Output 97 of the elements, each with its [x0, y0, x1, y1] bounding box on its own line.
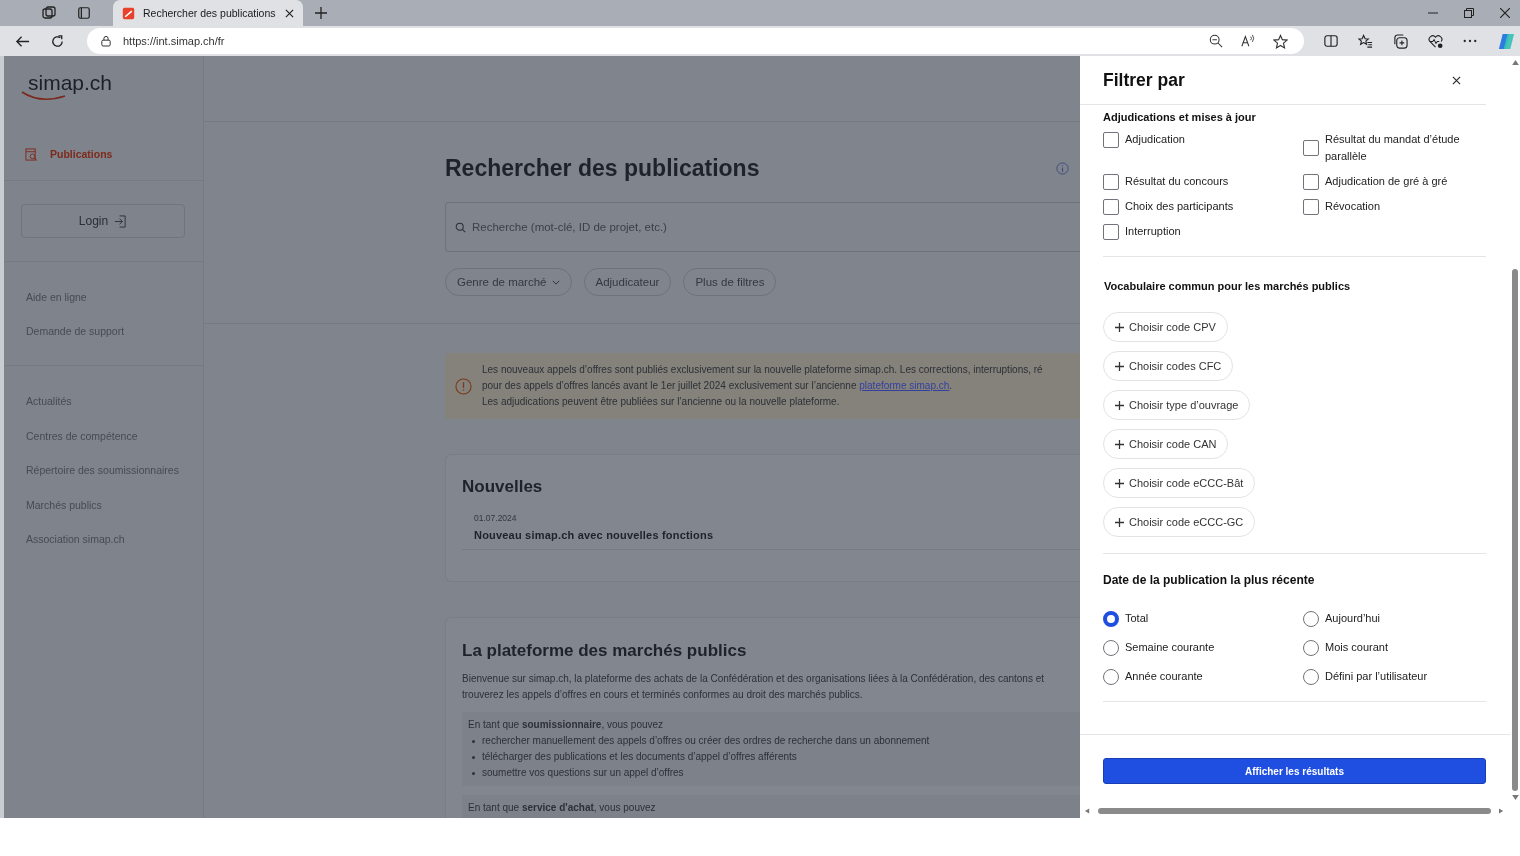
- scroll-up-icon[interactable]: [1511, 60, 1519, 65]
- checkbox-label: Révocation: [1325, 199, 1381, 214]
- radio-label: Aujourd’hui: [1325, 611, 1381, 626]
- role-lead: En tant que service d'achat, vous pouvez: [468, 802, 656, 813]
- nav-item[interactable]: Publications: [25, 147, 113, 161]
- workspaces-icon[interactable]: [41, 5, 57, 21]
- scroll-left-icon[interactable]: [1085, 808, 1090, 814]
- warning-icon: [455, 377, 472, 395]
- plus-icon: [1115, 361, 1124, 371]
- checkbox[interactable]: [1103, 223, 1119, 240]
- list-item: télécharger des publications et les documents d’appel d’offres afférents: [482, 750, 797, 764]
- plus-icon: [1115, 322, 1124, 332]
- site-logo[interactable]: simap.ch: [20, 68, 120, 104]
- checkbox[interactable]: [1103, 173, 1119, 190]
- bullet-icon: [472, 739, 475, 743]
- filter-group-title: Adjudications et mises à jour: [1103, 111, 1257, 123]
- login-button[interactable]: Login: [21, 204, 185, 238]
- vertical-scrollbar[interactable]: [1510, 56, 1520, 818]
- search-field[interactable]: Recherche (mot-clé, ID de projet, etc.): [445, 202, 1080, 252]
- new-tab-icon[interactable]: [315, 7, 327, 19]
- checkbox-label: Adjudication: [1125, 132, 1185, 147]
- scroll-right-icon[interactable]: [1499, 808, 1504, 814]
- role-lead: En tant que soumissionnaire, vous pouvez: [468, 719, 664, 730]
- read-aloud-icon[interactable]: [1241, 34, 1255, 48]
- close-window-icon[interactable]: [1500, 8, 1510, 18]
- plus-icon: [1115, 517, 1124, 527]
- radio-label: Total: [1125, 611, 1149, 626]
- list-item: soumettre vos questions sur un appel d’offres: [482, 766, 684, 780]
- search-document-icon: [25, 147, 38, 161]
- horizontal-scrollbar[interactable]: [1085, 807, 1504, 815]
- scroll-down-icon[interactable]: [1511, 795, 1519, 800]
- show-results-button[interactable]: Afficher les résultats: [1103, 758, 1486, 784]
- choose-code-button[interactable]: Choisir type d’ouvrage: [1103, 390, 1251, 420]
- nav-label: Publications: [50, 148, 113, 160]
- lock-icon: [101, 35, 111, 47]
- more-icon[interactable]: [1463, 39, 1477, 43]
- refresh-icon[interactable]: [50, 33, 65, 49]
- split-screen-icon[interactable]: [1324, 34, 1338, 48]
- checkbox[interactable]: [1303, 198, 1319, 215]
- section-title: La plateforme des marchés publics: [462, 641, 748, 661]
- radio-label: Semaine courante: [1125, 640, 1215, 655]
- sidebar-link[interactable]: Actualités: [26, 394, 203, 408]
- browser-tab[interactable]: Rechercher des publications: [113, 0, 303, 26]
- choose-code-button[interactable]: Choisir code CPV: [1103, 312, 1228, 342]
- radio-label: Mois courant: [1325, 640, 1388, 655]
- checkbox-label: Interruption: [1125, 224, 1181, 239]
- sidebar-link[interactable]: Association simap.ch: [26, 532, 203, 546]
- checkbox-label: Résultat du concours: [1125, 174, 1229, 189]
- tab-actions-icon[interactable]: [77, 6, 91, 20]
- favorite-star-icon[interactable]: [1273, 33, 1288, 49]
- chevron-down-icon: [551, 279, 560, 285]
- checkbox-label: Adjudication de gré à gré: [1325, 174, 1448, 189]
- checkbox[interactable]: [1103, 131, 1119, 148]
- choose-code-button[interactable]: Choisir code eCCC-GC: [1103, 507, 1256, 537]
- sidebar-link[interactable]: Marchés publics: [26, 497, 203, 512]
- checkbox[interactable]: [1303, 140, 1319, 156]
- favicon-icon: [122, 6, 135, 20]
- section-title: Nouvelles: [462, 477, 544, 497]
- radio-button[interactable]: [1103, 610, 1119, 627]
- tab-title: Rechercher des publications: [143, 7, 277, 19]
- plus-icon: [1115, 478, 1124, 488]
- url-text: https://int.simap.ch/fr: [123, 35, 225, 47]
- news-date: 01.07.2024: [474, 513, 518, 523]
- page-title: Rechercher des publications: [445, 154, 761, 182]
- search-icon: [455, 222, 466, 233]
- plus-icon: [1115, 400, 1124, 410]
- checkbox-label: Choix des participants: [1125, 199, 1234, 214]
- choose-code-button[interactable]: Choisir code CAN: [1103, 429, 1229, 459]
- sidebar-link[interactable]: Répertoire des soumissionnaires: [26, 463, 203, 477]
- collections-icon[interactable]: [1393, 33, 1408, 49]
- intro-text: Bienvenue sur simap.ch, la plateforme des achats de la Confédération et des organisations liées à la Confédération, des cantons et: [462, 672, 1046, 686]
- restore-icon[interactable]: [1464, 8, 1474, 18]
- checkbox[interactable]: [1303, 173, 1319, 190]
- bullet-icon: [472, 755, 475, 759]
- zoom-out-icon[interactable]: [1209, 34, 1223, 48]
- news-link[interactable]: Nouveau simap.ch avec nouvelles fonctions: [474, 529, 1080, 541]
- close-icon[interactable]: [285, 8, 294, 18]
- drawer-title: Filtrer par: [1103, 69, 1185, 91]
- filter-group-title: Vocabulaire commun pour les marchés publics: [1104, 280, 1352, 292]
- intro-text: trouverez les appels d’offres en cours et terminés conformes au droit des marchés publics.: [462, 688, 864, 702]
- checkbox[interactable]: [1103, 198, 1119, 215]
- heart-pulse-icon[interactable]: [1428, 33, 1443, 49]
- choose-code-button[interactable]: Choisir code eCCC-Bât: [1103, 468, 1256, 498]
- address-bar[interactable]: https://int.simap.ch/fr: [87, 28, 1304, 54]
- checkbox-label: Résultat du mandat d’étude parallèle: [1325, 132, 1461, 164]
- radio-label: Défini par l’utilisateur: [1325, 669, 1428, 684]
- filter-group-title: Date de la publication la plus récente: [1103, 573, 1316, 587]
- notice-text: Les nouveaux appels d’offres sont publiés exclusivement sur la nouvelle plateforme simap.ch. Les corrections, interruptions, ré pour des appels d’offres lancés avant le 1er juillet 2024 exclusivement sur l’ancienne plateforme simap.ch. Les adjudications peuvent être publiées sur l’ancienne ou la nouvelle plateforme.: [482, 363, 1043, 409]
- plus-icon: [1115, 439, 1124, 449]
- list-item: rechercher manuellement des appels d’offres ou créer des ordres de recherche dans un abonnement: [482, 734, 930, 748]
- radio-label: Année courante: [1125, 669, 1203, 684]
- choose-code-button[interactable]: Choisir codes CFC: [1103, 351, 1234, 381]
- copilot-icon[interactable]: [1497, 31, 1516, 51]
- close-icon[interactable]: [1452, 75, 1461, 85]
- bullet-icon: [472, 771, 475, 775]
- login-icon: [114, 214, 128, 228]
- favorites-icon[interactable]: [1358, 33, 1373, 49]
